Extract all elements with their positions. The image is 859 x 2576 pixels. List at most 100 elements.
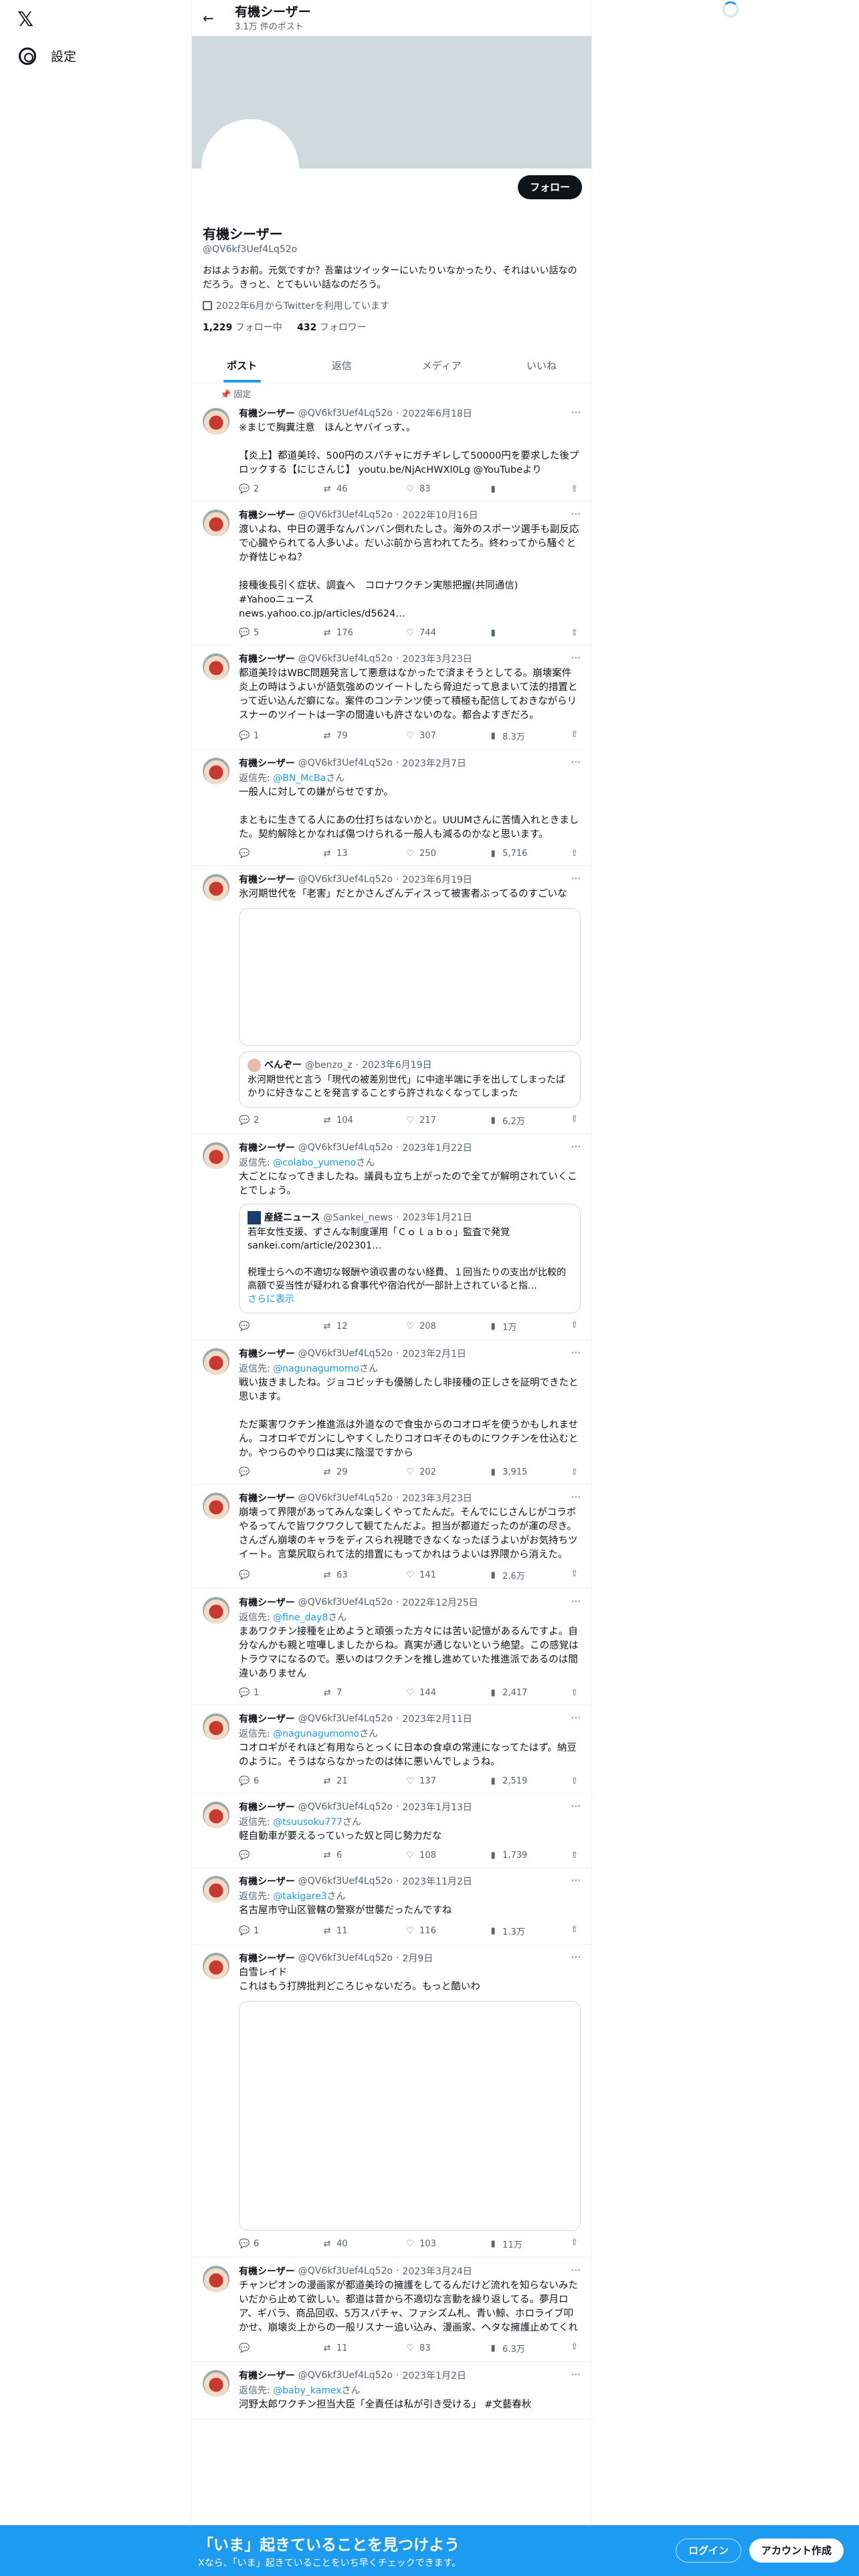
- avatar[interactable]: [203, 1802, 229, 1828]
- like-button[interactable]: ♡ 103: [405, 2238, 445, 2250]
- more-options-icon[interactable]: ···: [571, 756, 581, 768]
- share-icon[interactable]: ⇧: [571, 1776, 578, 1786]
- tweet-date[interactable]: 2023年3月23日: [402, 1491, 472, 1505]
- share-icon[interactable]: ⇧: [571, 730, 578, 742]
- avatar[interactable]: [203, 758, 229, 784]
- reply-to-link[interactable]: @nagunagumomo: [273, 1729, 359, 1739]
- author-name[interactable]: 有機シーザー: [239, 508, 295, 522]
- more-options-icon[interactable]: ···: [571, 1491, 581, 1503]
- retweet-button[interactable]: ⇄ 11: [322, 2342, 362, 2355]
- tweet-date[interactable]: 2023年2月11日: [402, 1712, 472, 1725]
- avatar[interactable]: [203, 2266, 229, 2292]
- reply-button[interactable]: 💬: [239, 1320, 279, 1333]
- more-options-icon[interactable]: ···: [571, 1141, 581, 1153]
- tab-likes[interactable]: いいね: [492, 348, 591, 383]
- author-name[interactable]: 有機シーザー: [239, 1141, 295, 1154]
- reply-button[interactable]: 💬: [239, 1569, 279, 1582]
- retweet-button[interactable]: ⇄ 63: [322, 1569, 362, 1582]
- tweet[interactable]: 有機シーザー @QV6kf3Uef4Lq52o · 2023年11月2日 ··· 返信先:…: [192, 1868, 591, 1945]
- author-handle[interactable]: @QV6kf3Uef4Lq52o: [298, 2370, 393, 2381]
- retweet-button[interactable]: ⇄ 40: [322, 2238, 362, 2250]
- tweet[interactable]: 有機シーザー @QV6kf3Uef4Lq52o · 2023年2月11日 ··· 返信先:…: [192, 1705, 591, 1794]
- like-button[interactable]: ♡ 108: [405, 1850, 445, 1860]
- signup-button[interactable]: アカウント作成: [749, 2539, 844, 2563]
- tab-media[interactable]: メディア: [392, 348, 492, 383]
- like-button[interactable]: ♡ 83: [405, 2342, 445, 2355]
- tweet[interactable]: 有機シーザー @QV6kf3Uef4Lq52o · 2022年10月16日 ··· 渡いよ…: [192, 502, 591, 645]
- like-button[interactable]: ♡ 144: [405, 1688, 445, 1698]
- more-options-icon[interactable]: ···: [571, 873, 581, 885]
- settings-link[interactable]: 設定: [19, 47, 76, 65]
- tweet-date[interactable]: 2022年10月16日: [402, 508, 478, 522]
- more-options-icon[interactable]: ···: [571, 1712, 581, 1724]
- tweet[interactable]: 有機シーザー @QV6kf3Uef4Lq52o · 2023年2月7日 ··· 返信先: …: [192, 750, 591, 866]
- profile-avatar[interactable]: [201, 119, 299, 217]
- like-button[interactable]: ♡ 744: [405, 628, 445, 638]
- views-button[interactable]: ▮ 1,739: [488, 1850, 528, 1860]
- views-button[interactable]: ▮: [488, 484, 528, 494]
- more-options-icon[interactable]: ···: [571, 2369, 581, 2381]
- author-handle[interactable]: @QV6kf3Uef4Lq52o: [298, 758, 393, 768]
- retweet-button[interactable]: ⇄ 7: [322, 1688, 362, 1698]
- retweet-button[interactable]: ⇄ 79: [322, 730, 362, 742]
- author-handle[interactable]: @QV6kf3Uef4Lq52o: [298, 1713, 393, 1724]
- more-options-icon[interactable]: ···: [571, 1800, 581, 1812]
- author-name[interactable]: 有機シーザー: [239, 1596, 295, 1609]
- views-button[interactable]: ▮ 6.3万: [488, 2342, 528, 2355]
- views-button[interactable]: ▮: [488, 628, 528, 638]
- author-name[interactable]: 有機シーザー: [239, 1491, 295, 1505]
- views-button[interactable]: ▮ 2,417: [488, 1688, 528, 1698]
- author-name[interactable]: 有機シーザー: [239, 2264, 295, 2278]
- more-options-icon[interactable]: ···: [571, 407, 581, 419]
- tweet[interactable]: 有機シーザー @QV6kf3Uef4Lq52o · 2022年6月18日 ··· ※まじで…: [192, 400, 591, 502]
- reply-button[interactable]: 💬 2: [239, 1114, 279, 1127]
- like-button[interactable]: ♡ 141: [405, 1569, 445, 1582]
- tweet-date[interactable]: 2023年3月23日: [402, 652, 472, 665]
- tweet-date[interactable]: 2月9日: [402, 1951, 433, 1965]
- like-button[interactable]: ♡ 137: [405, 1776, 445, 1786]
- followers-link[interactable]: 432 フォロワー: [297, 322, 367, 333]
- tweet-date[interactable]: 2023年2月7日: [402, 756, 466, 770]
- quote-tweet[interactable]: べんぞー @benzo_z · 2023年6月19日 氷河期世代と言う「現代の被差別世代…: [239, 1051, 581, 1107]
- reply-to-link[interactable]: @baby_kamex: [273, 2385, 341, 2396]
- author-handle[interactable]: @QV6kf3Uef4Lq52o: [298, 510, 393, 520]
- tweet-date[interactable]: 2023年2月1日: [402, 1347, 466, 1360]
- views-button[interactable]: ▮ 11万: [488, 2238, 528, 2250]
- share-icon[interactable]: ⇧: [571, 1320, 578, 1333]
- quote-tweet[interactable]: 産経ニュース @Sankei_news · 2023年1月21日 若年女性支援、ずさんな…: [239, 1204, 581, 1313]
- author-handle[interactable]: @QV6kf3Uef4Lq52o: [298, 2266, 393, 2276]
- reply-button[interactable]: 💬: [239, 1467, 279, 1477]
- retweet-button[interactable]: ⇄ 176: [322, 628, 362, 638]
- author-handle[interactable]: @QV6kf3Uef4Lq52o: [298, 408, 393, 419]
- author-handle[interactable]: @QV6kf3Uef4Lq52o: [298, 1348, 393, 1359]
- reply-button[interactable]: 💬: [239, 2342, 279, 2355]
- tweet-media[interactable]: [239, 908, 581, 1046]
- tweet[interactable]: 有機シーザー @QV6kf3Uef4Lq52o · 2023年3月23日 ··· 崩壊って…: [192, 1485, 591, 1589]
- x-logo-icon[interactable]: 𝕏: [17, 7, 44, 33]
- tweet[interactable]: 有機シーザー @QV6kf3Uef4Lq52o · 2023年1月2日 ··· 返信先: …: [192, 2362, 591, 2420]
- tweet-date[interactable]: 2023年11月2日: [402, 1874, 472, 1888]
- reply-button[interactable]: 💬 2: [239, 484, 279, 494]
- tweet-date[interactable]: 2022年12月25日: [402, 1596, 478, 1609]
- share-icon[interactable]: ⇧: [571, 628, 578, 638]
- share-icon[interactable]: ⇧: [571, 1850, 578, 1860]
- reply-to-link[interactable]: @BN_McBa: [273, 773, 326, 784]
- author-name[interactable]: 有機シーザー: [239, 1800, 295, 1814]
- more-options-icon[interactable]: ···: [571, 652, 581, 664]
- author-handle[interactable]: @QV6kf3Uef4Lq52o: [298, 653, 393, 664]
- retweet-button[interactable]: ⇄ 6: [322, 1850, 362, 1860]
- tweet-date[interactable]: 2023年6月19日: [402, 873, 472, 886]
- like-button[interactable]: ♡ 217: [405, 1114, 445, 1127]
- reply-to-link[interactable]: @nagunagumomo: [273, 1364, 359, 1374]
- author-handle[interactable]: @QV6kf3Uef4Lq52o: [298, 1802, 393, 1812]
- author-name[interactable]: 有機シーザー: [239, 1951, 295, 1965]
- views-button[interactable]: ▮ 1万: [488, 1320, 528, 1333]
- like-button[interactable]: ♡ 208: [405, 1320, 445, 1333]
- author-name[interactable]: 有機シーザー: [239, 652, 295, 665]
- author-handle[interactable]: @QV6kf3Uef4Lq52o: [298, 1493, 393, 1503]
- tab-posts[interactable]: ポスト: [192, 348, 292, 383]
- follow-button[interactable]: フォロー: [517, 175, 582, 199]
- reply-button[interactable]: 💬 1: [239, 1688, 279, 1698]
- reply-button[interactable]: 💬 6: [239, 1776, 279, 1786]
- retweet-button[interactable]: ⇄ 12: [322, 1320, 362, 1333]
